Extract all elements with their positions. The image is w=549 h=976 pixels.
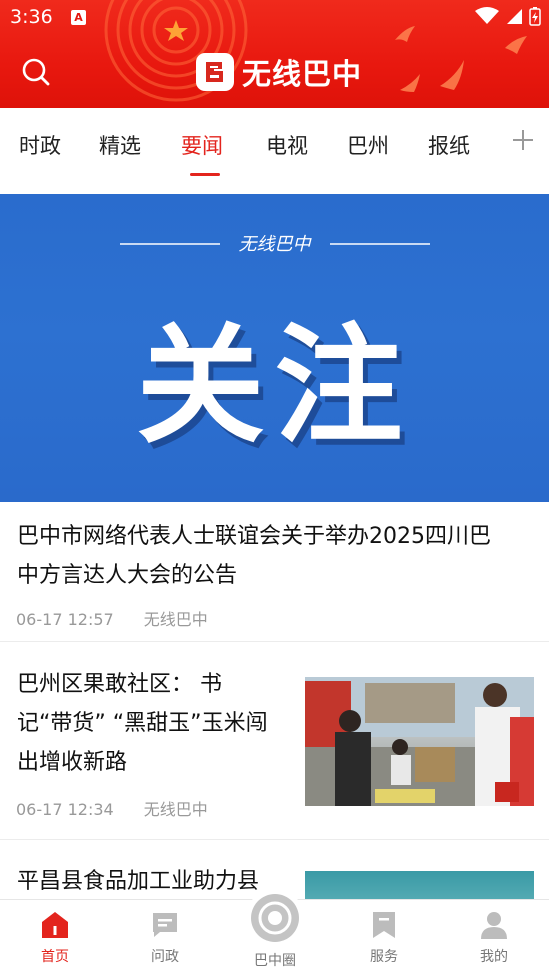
add-channel-icon[interactable] (511, 128, 535, 152)
bookmark-icon (373, 912, 395, 938)
news-time: 06-17 12:57 (16, 610, 114, 629)
nav-label: 服务 (370, 949, 398, 965)
nav-bazhongquan[interactable]: 巴中圈 (235, 894, 315, 976)
channel-tabs: 时政 精选 要闻 电视 巴州 报纸 (0, 108, 549, 194)
nav-service[interactable]: 服务 (344, 900, 424, 976)
news-title-line: 巴州区果敢社区： 书 (17, 672, 222, 697)
nav-mine[interactable]: 我的 (454, 900, 534, 976)
tab-shizheng[interactable]: 时政 (19, 130, 61, 160)
news-item[interactable]: 巴中市网络代表人士联谊会关于举办2025四川巴 中方言达人大会的公告 06-17… (0, 502, 549, 642)
signal-icon (507, 9, 522, 24)
brand: 无线巴中 (196, 52, 362, 92)
news-thumbnail (305, 871, 534, 900)
banner-brand-text: 无线巴中 (238, 234, 311, 255)
news-title-line: 记“带货” “黑甜玉”玉米闯 (17, 711, 268, 736)
status-icons (475, 6, 541, 26)
tab-dianshi[interactable]: 电视 (266, 130, 308, 160)
nav-label: 问政 (151, 949, 179, 965)
news-title-line: 平昌县食品加工业助力县 (17, 869, 260, 894)
nav-wenzheng[interactable]: 问政 (125, 900, 205, 976)
banner-divider-right (330, 243, 430, 245)
status-time: 3:36 (10, 6, 53, 28)
user-icon (481, 912, 507, 939)
news-source: 无线巴中 (143, 610, 208, 629)
news-source: 无线巴中 (143, 800, 208, 819)
nav-label: 首页 (41, 949, 69, 965)
app-header: 3:36 A 无线巴中 (0, 0, 549, 108)
message-icon (153, 913, 177, 937)
tab-baozhi[interactable]: 报纸 (428, 130, 470, 160)
nav-label: 我的 (480, 949, 508, 965)
battery-icon (529, 7, 541, 26)
nav-home[interactable]: 首页 (15, 900, 95, 976)
tab-jingxuan[interactable]: 精选 (99, 130, 141, 160)
banner-headline: 关注 (136, 312, 413, 461)
news-thumbnail (305, 677, 534, 806)
news-title-line: 巴中市网络代表人士联谊会关于举办2025四川巴 (17, 524, 491, 549)
tab-bazhou[interactable]: 巴州 (347, 130, 389, 160)
news-meta: 06-17 12:34 无线巴中 (16, 796, 208, 820)
app-logo-icon (196, 53, 234, 91)
tab-yaowen[interactable]: 要闻 (181, 130, 223, 160)
active-tab-indicator (190, 173, 220, 176)
news-title-line: 出增收新路 (17, 750, 128, 775)
news-meta: 06-17 12:57 无线巴中 (16, 606, 208, 630)
news-item[interactable]: 巴州区果敢社区： 书 记“带货” “黑甜玉”玉米闯 出增收新路 06-17 12… (0, 642, 549, 840)
nav-label: 巴中圈 (254, 953, 296, 969)
search-icon[interactable] (20, 56, 52, 88)
app-name: 无线巴中 (242, 57, 363, 91)
headline-banner[interactable]: 无线巴中 关注 (0, 194, 549, 502)
bottom-navigation: 首页 问政 巴中圈 服务 我的 (0, 888, 549, 976)
news-title-line: 中方言达人大会的公告 (17, 563, 238, 588)
app-notification-icon: A (71, 10, 86, 25)
wifi-icon (475, 7, 499, 24)
news-time: 06-17 12:34 (16, 800, 114, 819)
home-icon (42, 912, 68, 938)
circle-icon (251, 894, 299, 942)
